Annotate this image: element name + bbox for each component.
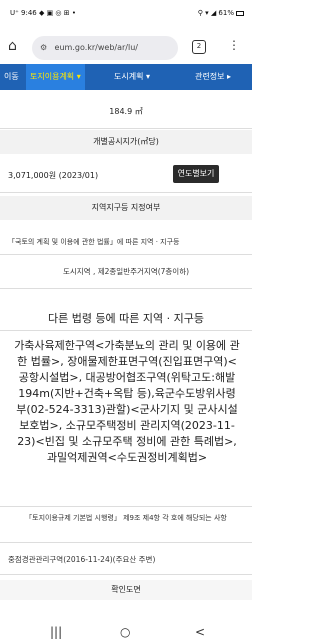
android-nav-bar: ||| ○ < <box>0 620 252 644</box>
national-land-law-note: 「국토의 계획 및 이용에 관한 법률」에 따른 지역 · 지구등 <box>8 238 180 246</box>
site-settings-icon[interactable]: ⚙ <box>40 36 52 60</box>
regulation-note: 「토지이용규제 기본법 시행령」 제9조 제4항 각 호에 해당되는 사항 <box>25 514 227 522</box>
confirm-map-button[interactable]: 확인도면 <box>0 580 252 600</box>
zone-header: 지역지구등 지정여부 <box>0 196 252 220</box>
landscape-management-zone: 중점경관관리구역(2016-11-24)(주요산 주변) <box>8 555 156 564</box>
back-icon[interactable]: < <box>195 625 205 639</box>
nav-related-info[interactable]: 관련정보 ▸ <box>195 64 231 90</box>
price-value: 3,071,000원 (2023/01) <box>8 171 99 180</box>
url-text: eum.go.kr/web/ar/lu/ <box>54 43 138 52</box>
zone-value: 도시지역 , 제2종일반주거지역(7층이하) <box>62 267 190 276</box>
recent-apps-icon[interactable]: ||| <box>50 625 62 639</box>
status-left: U⁺ 9:46 ◆ ▣ ◎ ⊞ • <box>10 9 76 17</box>
other-law-value: 가축사육제한구역<가축분뇨의 관리 및 이용에 관한 법률>, 장애물제한표면구… <box>14 339 240 464</box>
url-bar[interactable]: ⚙ eum.go.kr/web/ar/lu/ <box>32 36 178 60</box>
year-view-button[interactable]: 연도별보기 <box>173 165 219 183</box>
other-law-title: 다른 법령 등에 따른 지역 · 지구등 <box>47 312 205 325</box>
nav-land-use-plan[interactable]: 토지이용계획 ▾ <box>26 64 85 90</box>
price-header: 개별공시지가(㎡당) <box>0 130 252 154</box>
more-menu-icon[interactable]: ⋮ <box>228 38 240 52</box>
home-circle-icon[interactable]: ○ <box>120 625 130 639</box>
divider <box>0 288 252 289</box>
battery-icon <box>236 10 244 16</box>
area-value: 184.9 ㎡ <box>109 107 143 116</box>
status-bar: U⁺ 9:46 ◆ ▣ ◎ ⊞ • ⚲ ▾ ◢ 61% <box>0 0 252 30</box>
home-icon[interactable]: ⌂ <box>8 38 24 54</box>
divider <box>0 506 252 507</box>
divider <box>0 542 252 543</box>
status-right-text: ⚲ ▾ ◢ 61% <box>197 9 234 17</box>
divider <box>0 574 252 575</box>
divider <box>0 254 252 255</box>
divider <box>0 192 252 193</box>
tab-switcher-icon[interactable]: 2 <box>192 40 206 54</box>
top-nav: 이동 토지이용계획 ▾ 도시계획 ▾ 관련정보 ▸ <box>0 64 252 90</box>
nav-urban-plan[interactable]: 도시계획 ▾ <box>114 64 150 90</box>
divider <box>0 330 252 331</box>
nav-prev[interactable]: 이동 <box>4 64 19 90</box>
browser-toolbar: ⌂ ⚙ eum.go.kr/web/ar/lu/ 2 ⋮ <box>0 30 252 64</box>
divider <box>0 128 252 129</box>
status-right: ⚲ ▾ ◢ 61% <box>198 9 244 17</box>
